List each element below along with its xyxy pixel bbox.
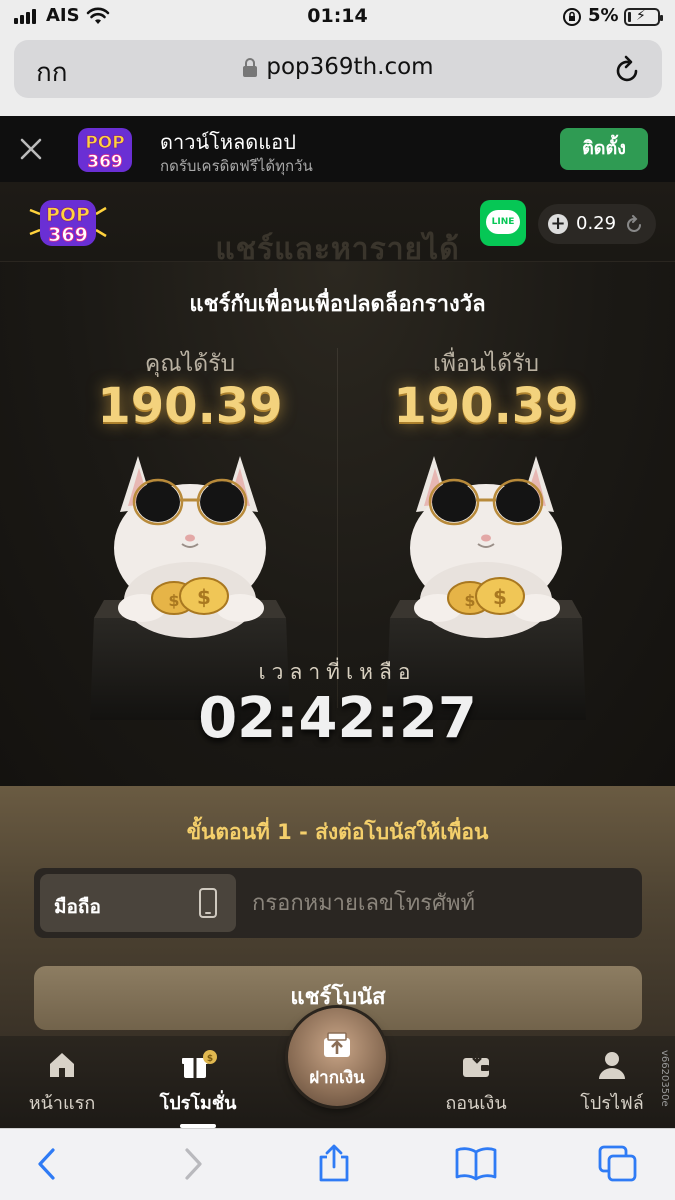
- svg-text:$: $: [464, 591, 475, 610]
- share-reward-section: แชร์กับเพื่อนเพื่อปลดล็อกรางวัล คุณได้รั…: [0, 262, 675, 786]
- share-title: แชร์กับเพื่อนเพื่อปลดล็อกรางวัล: [189, 292, 486, 317]
- svg-text:$: $: [493, 585, 507, 609]
- tabs-icon[interactable]: [598, 1145, 638, 1183]
- share-icon[interactable]: [316, 1143, 352, 1183]
- balance-amount: 0.29: [576, 213, 617, 234]
- countdown-timer: 02:42:27: [198, 686, 477, 751]
- forward-icon[interactable]: [180, 1147, 206, 1181]
- line-label: LINE: [486, 210, 520, 234]
- friend-receive-amount: 190.39: [393, 378, 579, 434]
- deposit-button[interactable]: ฝากเงิน: [288, 1008, 386, 1106]
- gift-icon: $: [182, 1050, 217, 1078]
- profile-icon: [599, 1052, 625, 1079]
- back-icon[interactable]: [34, 1147, 60, 1181]
- balance-pill[interactable]: + 0.29: [538, 204, 656, 244]
- nav-home-label: หน้าแรก: [28, 1093, 96, 1114]
- nav-profile-label: โปรไฟล์: [580, 1093, 644, 1114]
- time-remaining-label: เวลาที่เหลือ: [258, 660, 417, 684]
- orientation-lock-icon: [563, 8, 581, 26]
- wallet-icon: [463, 1052, 489, 1077]
- safari-address-area: กก pop369th.com: [0, 34, 675, 116]
- phone-number-input[interactable]: [252, 880, 632, 926]
- install-button[interactable]: ติดตั้ง: [560, 128, 648, 170]
- close-icon[interactable]: [16, 134, 46, 164]
- bookmarks-icon[interactable]: [454, 1145, 498, 1181]
- url-text: pop369th.com: [266, 54, 434, 80]
- phone-type-label: มือถือ: [54, 896, 101, 918]
- pop369-logo: POP 369: [78, 128, 132, 172]
- svg-text:$: $: [197, 585, 211, 609]
- nav-home[interactable]: หน้าแรก: [2, 1050, 122, 1117]
- friend-receive-label: เพื่อนได้รับ: [432, 351, 539, 377]
- line-contact-button[interactable]: LINE: [480, 200, 526, 246]
- step-title: ขั้นตอนที่ 1 - ส่งต่อโบนัสให้เพื่อน: [186, 820, 489, 844]
- svg-text:$: $: [207, 1054, 213, 1064]
- deposit-label: ฝากเงิน: [309, 1068, 365, 1088]
- app-install-banner: POP 369 ดาวน์โหลดแอป กดรับเครดิตฟรีได้ทุ…: [0, 116, 675, 182]
- deposit-icon: [324, 1032, 350, 1057]
- svg-text:$: $: [168, 591, 179, 610]
- you-receive-amount: 190.39: [97, 378, 283, 434]
- refresh-balance-icon[interactable]: [624, 214, 644, 234]
- phone-type-selector[interactable]: มือถือ: [40, 874, 236, 932]
- nav-withdraw[interactable]: ถอนเงิน: [416, 1050, 536, 1117]
- you-receive-label: คุณได้รับ: [144, 351, 236, 377]
- url-display[interactable]: pop369th.com: [14, 54, 662, 80]
- status-bar: AIS 01:14 5% ⚡: [0, 0, 675, 34]
- site-logo[interactable]: POP 369: [26, 194, 110, 252]
- reload-icon[interactable]: [614, 54, 642, 84]
- step-section: ขั้นตอนที่ 1 - ส่งต่อโบนัสให้เพื่อน มือถ…: [0, 786, 675, 1036]
- home-icon: [50, 1053, 74, 1077]
- battery-percent: 5%: [588, 5, 619, 26]
- svg-text:369: 369: [87, 152, 123, 172]
- nav-withdraw-label: ถอนเงิน: [445, 1093, 507, 1114]
- address-bar[interactable]: กก pop369th.com: [14, 40, 662, 98]
- safari-toolbar: [0, 1128, 675, 1200]
- lock-icon: [243, 57, 258, 77]
- battery-charging-icon: ⚡: [624, 8, 663, 26]
- nav-promotions-label: โปรโมชั่น: [159, 1093, 237, 1114]
- version-tag: v6620350e: [659, 1050, 670, 1107]
- svg-text:POP: POP: [85, 133, 124, 153]
- svg-text:POP: POP: [46, 204, 90, 226]
- add-balance-icon[interactable]: +: [548, 214, 568, 234]
- nav-promotions[interactable]: $ โปรโมชั่น: [138, 1050, 258, 1117]
- banner-subtitle: กดรับเครดิตฟรีได้ทุกวัน: [160, 157, 313, 175]
- site-header: แชร์และหารายได้ POP 369 LINE + 0.29: [0, 182, 675, 267]
- mobile-phone-icon: [199, 888, 217, 918]
- svg-text:369: 369: [48, 224, 88, 246]
- nav-profile[interactable]: โปรไฟล์: [552, 1050, 672, 1117]
- phone-input-row: มือถือ: [34, 868, 642, 938]
